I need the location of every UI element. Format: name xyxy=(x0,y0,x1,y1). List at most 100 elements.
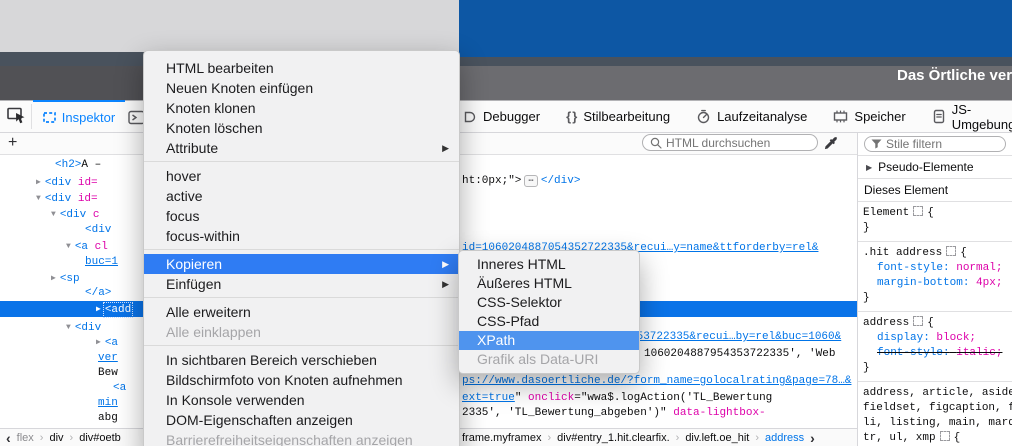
breadcrumb-item[interactable]: div xyxy=(49,432,63,444)
memory-chip-icon xyxy=(833,109,848,124)
css-rule-multi-selector[interactable]: address, article, aside fieldset, figcap… xyxy=(858,382,1012,446)
expand-arrow-icon: ▶ xyxy=(51,274,56,283)
style-filter-box[interactable] xyxy=(864,136,1006,152)
submenu-item-inner-html[interactable]: Inneres HTML xyxy=(459,255,639,274)
markup-line[interactable]: ▼ <div xyxy=(66,321,101,335)
css-rule-element[interactable]: Element{ } xyxy=(858,202,1012,242)
eyedropper-icon[interactable] xyxy=(824,136,839,151)
html-search-box[interactable] xyxy=(642,134,818,151)
expand-arrow-icon: ▶ xyxy=(36,178,41,187)
tabbar-right-group: Debugger { } Stilbearbeitung Laufzeitana… xyxy=(462,100,1012,133)
chevron-right-icon: › xyxy=(755,431,759,444)
tab-performance[interactable]: Laufzeitanalyse xyxy=(696,101,807,133)
menu-item-paste[interactable]: Einfügen xyxy=(144,274,459,294)
menu-item-insert-node[interactable]: Neuen Knoten einfügen xyxy=(144,78,459,98)
chevron-right-icon: › xyxy=(39,431,44,444)
menu-item-attributes[interactable]: Attribute xyxy=(144,138,459,158)
menu-item-focus[interactable]: focus xyxy=(144,206,459,226)
tab-js-environment-label: JS-Umgebung xyxy=(951,101,1012,132)
collapse-arrow-icon: ▼ xyxy=(66,242,71,251)
markup-line[interactable]: ▶ <a xyxy=(96,336,118,350)
menu-item-use-in-console[interactable]: In Konsole verwenden xyxy=(144,390,459,410)
menu-item-active[interactable]: active xyxy=(144,186,459,206)
clipboard-icon xyxy=(932,109,946,124)
breadcrumb-item[interactable]: div#oetb xyxy=(79,432,121,444)
menu-separator xyxy=(144,158,459,166)
breadcrumb-forward-icon[interactable]: › xyxy=(810,430,815,446)
website-title: Das Örtliche ver xyxy=(897,67,1012,84)
markup-line[interactable]: 353722335&recui…by=rel&buc=1060& xyxy=(630,331,841,344)
markup-line[interactable]: </a> xyxy=(85,287,111,300)
expand-arrow-icon: ▶ xyxy=(96,338,101,347)
markup-line[interactable]: ht:0px;"> ⋯ </div> xyxy=(462,175,580,188)
highlight-target-icon[interactable] xyxy=(946,246,957,256)
chevron-right-icon: › xyxy=(675,431,680,444)
tab-style-editor[interactable]: { } Stilbearbeitung xyxy=(566,101,670,133)
breadcrumb-item[interactable]: frame.myframex xyxy=(462,432,541,444)
markup-line-selected[interactable]: ▶ <add xyxy=(96,302,134,318)
markup-line[interactable]: <h2>A – xyxy=(55,159,101,172)
inspector-icon xyxy=(42,111,56,123)
submenu-item-css-selector[interactable]: CSS-Selektor xyxy=(459,293,639,312)
markup-line[interactable]: ▶ <div id= xyxy=(36,176,98,190)
breadcrumb-item-selected[interactable]: address xyxy=(765,432,804,444)
tab-style-editor-label: Stilbearbeitung xyxy=(583,109,671,124)
markup-line[interactable]: ▼ <div c xyxy=(51,208,99,222)
highlight-target-icon[interactable] xyxy=(913,316,924,326)
style-filter-input[interactable] xyxy=(886,137,999,151)
collapse-arrow-icon: ▼ xyxy=(36,194,41,203)
markup-line[interactable]: ▶ <sp xyxy=(51,272,80,286)
markup-line[interactable]: ▼ <a cl xyxy=(66,240,108,254)
submenu-item-outer-html[interactable]: Äußeres HTML xyxy=(459,274,639,293)
highlight-target-icon[interactable] xyxy=(913,206,924,216)
pick-element-icon[interactable] xyxy=(6,105,28,127)
css-rule-address[interactable]: address{ display: block; font-style: ita… xyxy=(858,312,1012,382)
chevron-right-icon: › xyxy=(69,431,74,444)
menu-item-accessibility-properties: Barrierefreiheitseigenschaften anzeigen xyxy=(166,432,413,446)
markup-line[interactable]: min xyxy=(98,397,118,410)
pseudo-elements-section[interactable]: ▶ Pseudo-Elemente xyxy=(858,156,1012,179)
chevron-right-icon: › xyxy=(547,431,552,444)
tab-inspector[interactable]: Inspektor xyxy=(33,101,125,133)
tab-js-environment[interactable]: JS-Umgebung xyxy=(932,101,1012,133)
menu-item-screenshot-node[interactable]: Bildschirmfoto von Knoten aufnehmen xyxy=(144,370,459,390)
html-search-input[interactable] xyxy=(666,135,810,150)
markup-line[interactable]: <a xyxy=(113,382,126,395)
overridden-property: font-style: italic; xyxy=(877,347,1003,359)
markup-line[interactable]: ▼ <div id= xyxy=(36,192,98,206)
css-rule-hit-address[interactable]: .hit address{ font-style: normal; margin… xyxy=(858,242,1012,312)
menu-item-hover[interactable]: hover xyxy=(144,166,459,186)
markup-line[interactable]: 2335', 'TL_Bewertung_abgeben')" data-lig… xyxy=(462,407,766,420)
menu-item-scroll-into-view[interactable]: In sichtbaren Bereich verschieben xyxy=(144,350,459,370)
menu-item-clone-node[interactable]: Knoten klonen xyxy=(144,98,459,118)
menu-item-edit-html[interactable]: HTML bearbeiten xyxy=(144,58,459,78)
rules-panel: ▶ Pseudo-Elemente Dieses Element Element… xyxy=(857,133,1012,446)
tab-debugger[interactable]: Debugger xyxy=(462,101,540,133)
breadcrumb-item[interactable]: flex xyxy=(17,432,34,444)
markup-line[interactable]: Bew xyxy=(98,367,118,380)
submenu-item-css-path[interactable]: CSS-Pfad xyxy=(459,312,639,331)
markup-line[interactable]: buc=1 xyxy=(85,256,118,269)
submenu-item-image-data-uri: Grafik als Data-URI xyxy=(477,351,599,367)
menu-item-delete-node[interactable]: Knoten löschen xyxy=(144,118,459,138)
menu-item-show-dom-properties[interactable]: DOM-Eigenschaften anzeigen xyxy=(144,410,459,430)
menu-item-expand-all[interactable]: Alle erweitern xyxy=(144,302,459,322)
add-node-button[interactable]: + xyxy=(8,134,17,152)
highlight-target-icon[interactable] xyxy=(939,431,950,441)
menu-item-copy[interactable]: Kopieren xyxy=(144,254,459,274)
menu-item-focus-within[interactable]: focus-within xyxy=(144,226,459,246)
breadcrumb-back-icon[interactable]: ‹ xyxy=(6,430,11,446)
menu-separator xyxy=(144,342,459,350)
markup-line[interactable]: ver xyxy=(98,352,118,365)
markup-line[interactable]: ext=true" onclick="wwa$.logAction('TL_Be… xyxy=(462,392,772,405)
submenu-item-xpath[interactable]: XPath xyxy=(459,331,639,350)
markup-line[interactable]: 1060204887954353722335', 'Web xyxy=(644,348,835,361)
markup-line[interactable]: <div xyxy=(85,224,111,237)
tab-memory[interactable]: Speicher xyxy=(833,101,906,133)
style-filter-row xyxy=(858,133,1012,156)
breadcrumb-item[interactable]: div#entry_1.hit.clearfix. xyxy=(557,432,670,444)
this-element-header: Dieses Element xyxy=(858,179,1012,202)
markup-line[interactable]: ps://www.dasoertliche.de/?form_name=golo… xyxy=(462,375,851,388)
breadcrumb-item[interactable]: div.left.oe_hit xyxy=(685,432,749,444)
markup-line[interactable]: abg xyxy=(98,412,118,425)
